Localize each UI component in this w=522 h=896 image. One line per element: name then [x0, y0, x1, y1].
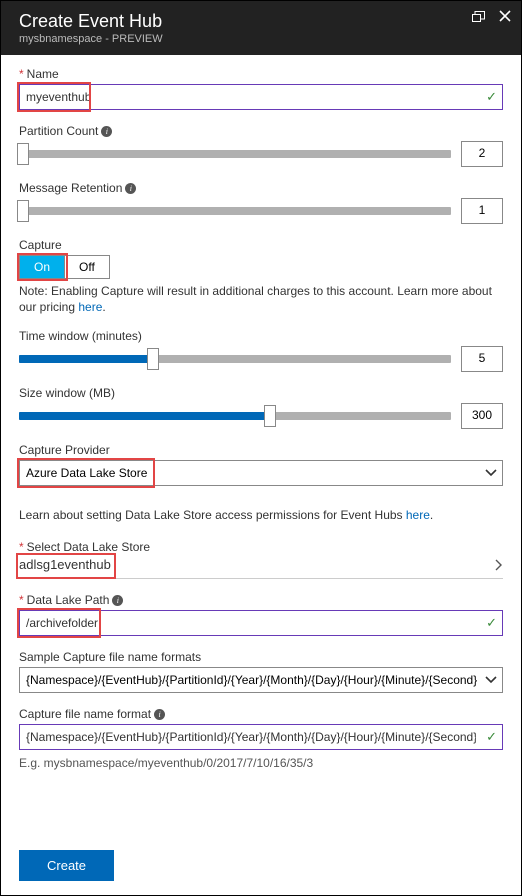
restore-icon[interactable]: [472, 9, 485, 25]
time-window-value: 5: [461, 346, 503, 372]
capture-format-input[interactable]: [19, 724, 503, 750]
panel-subtitle: mysbnamespace - PREVIEW: [19, 33, 507, 45]
message-retention-label: Message Retention: [19, 181, 122, 195]
header-controls: [472, 9, 511, 25]
sample-formats-label: Sample Capture file name formats: [19, 650, 201, 664]
data-lake-path-label: Data Lake Path: [27, 593, 110, 607]
capture-field: Capture On Off Note: Enabling Capture wi…: [19, 238, 503, 315]
message-retention-slider[interactable]: [19, 201, 451, 221]
sample-formats-field: Sample Capture file name formats {Namesp…: [19, 650, 503, 693]
adls-learn-text: Learn about setting Data Lake Store acce…: [19, 508, 503, 522]
capture-on-button[interactable]: On: [20, 256, 64, 278]
capture-provider-label: Capture Provider: [19, 443, 110, 457]
size-window-value: 300: [461, 403, 503, 429]
panel-title: Create Event Hub: [19, 11, 507, 32]
capture-note: Note: Enabling Capture will result in ad…: [19, 283, 503, 315]
select-adls-picker[interactable]: adlsg1eventhub: [19, 557, 503, 579]
create-button[interactable]: Create: [19, 850, 114, 881]
info-icon[interactable]: i: [125, 183, 136, 194]
message-retention-field: Message Retentioni 1: [19, 181, 503, 224]
size-window-label: Size window (MB): [19, 386, 115, 400]
name-input[interactable]: [19, 84, 503, 110]
data-lake-path-field: *Data Lake Pathi ✓: [19, 593, 503, 636]
info-icon[interactable]: i: [112, 595, 123, 606]
adls-permissions-link[interactable]: here: [406, 508, 430, 522]
info-icon[interactable]: i: [101, 126, 112, 137]
panel-header: Create Event Hub mysbnamespace - PREVIEW: [1, 1, 521, 55]
sample-formats-select[interactable]: {Namespace}/{EventHub}/{PartitionId}/{Ye…: [19, 667, 503, 693]
info-icon[interactable]: i: [154, 709, 165, 720]
create-event-hub-panel: Create Event Hub mysbnamespace - PREVIEW…: [0, 0, 522, 896]
partition-count-label: Partition Count: [19, 124, 98, 138]
close-icon[interactable]: [499, 9, 511, 25]
partition-count-slider[interactable]: [19, 144, 451, 164]
select-adls-label: Select Data Lake Store: [27, 540, 150, 554]
partition-count-field: Partition Counti 2: [19, 124, 503, 167]
name-label: Name: [27, 67, 59, 81]
time-window-field: Time window (minutes) 5: [19, 329, 503, 372]
example-text: E.g. mysbnamespace/myeventhub/0/2017/7/1…: [19, 756, 503, 770]
size-window-field: Size window (MB) 300: [19, 386, 503, 429]
message-retention-value: 1: [461, 198, 503, 224]
pricing-link[interactable]: here: [78, 300, 102, 314]
time-window-label: Time window (minutes): [19, 329, 142, 343]
size-window-slider[interactable]: [19, 406, 451, 426]
capture-format-field: Capture file name formati ✓ E.g. mysbnam…: [19, 707, 503, 770]
capture-provider-field: Capture Provider Azure Data Lake Store: [19, 443, 503, 486]
chevron-right-icon: [495, 559, 503, 571]
time-window-slider[interactable]: [19, 349, 451, 369]
select-adls-field: *Select Data Lake Store adlsg1eventhub: [19, 540, 503, 579]
capture-off-button[interactable]: Off: [64, 256, 109, 278]
capture-label: Capture: [19, 238, 62, 252]
capture-toggle: On Off: [19, 255, 110, 279]
name-field: *Name ✓: [19, 67, 503, 110]
capture-format-label: Capture file name format: [19, 707, 151, 721]
data-lake-path-input[interactable]: [19, 610, 503, 636]
panel-body: *Name ✓ Partition Counti 2 Message Reten…: [1, 55, 521, 895]
partition-count-value: 2: [461, 141, 503, 167]
capture-provider-select[interactable]: Azure Data Lake Store: [19, 460, 503, 486]
